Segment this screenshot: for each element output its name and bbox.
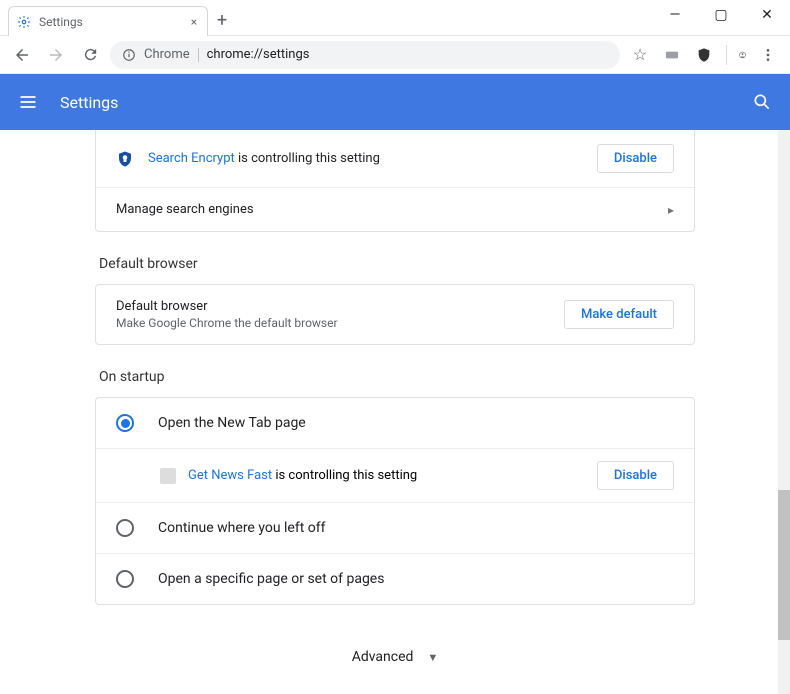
disable-search-extension-button[interactable]: Disable (597, 144, 674, 173)
extension-icon-1[interactable] (662, 45, 682, 65)
default-browser-card: Default browser Make Google Chrome the d… (95, 284, 695, 345)
default-browser-row-sub: Make Google Chrome the default browser (116, 316, 550, 330)
omnibox-url: chrome://settings (207, 47, 310, 62)
startup-specific-label: Open a specific page or set of pages (158, 571, 384, 587)
startup-newtab-label: Open the New Tab page (158, 415, 306, 431)
chevron-right-icon: ▸ (668, 203, 674, 217)
forward-button[interactable] (42, 41, 70, 69)
startup-continue-option[interactable]: Continue where you left off (96, 502, 694, 553)
back-button[interactable] (8, 41, 36, 69)
startup-specific-option[interactable]: Open a specific page or set of pages (96, 553, 694, 604)
window-maximize-button[interactable]: ▢ (698, 0, 744, 30)
gear-icon (17, 15, 31, 29)
advanced-toggle[interactable]: Advanced ▼ (95, 629, 695, 694)
omnibox-scheme-label: Chrome (144, 47, 190, 62)
default-browser-section-title: Default browser (99, 256, 695, 272)
radio-selected-icon (116, 414, 134, 432)
make-default-button[interactable]: Make default (564, 300, 674, 329)
scrollbar-thumb[interactable] (778, 490, 790, 640)
omnibox[interactable]: Chrome chrome://settings (110, 41, 620, 69)
reload-button[interactable] (76, 41, 104, 69)
search-engine-card: Search Encrypt is controlling this setti… (95, 130, 695, 232)
address-bar-row: Chrome chrome://settings ☆ (0, 36, 790, 74)
new-tab-button[interactable]: + (208, 6, 236, 34)
extension-shield-icon[interactable] (694, 45, 714, 65)
reload-icon (82, 46, 99, 63)
tab-title: Settings (39, 15, 181, 29)
get-news-fast-link[interactable]: Get News Fast (188, 468, 272, 483)
settings-scroll-area[interactable]: Search Encrypt is controlling this setti… (0, 130, 790, 694)
startup-newtab-option[interactable]: Open the New Tab page (96, 398, 694, 448)
search-icon[interactable] (752, 92, 772, 112)
startup-controlled-row: Get News Fast is controlling this settin… (96, 448, 694, 502)
settings-title: Settings (60, 93, 730, 112)
radio-icon (116, 570, 134, 588)
startup-continue-label: Continue where you left off (158, 520, 326, 536)
default-browser-row-title: Default browser (116, 299, 550, 314)
startup-section-title: On startup (99, 369, 695, 385)
omnibox-separator (198, 48, 199, 62)
search-engine-controlled-row: Search Encrypt is controlling this setti… (96, 130, 694, 187)
window-close-button[interactable]: ✕ (744, 0, 790, 30)
radio-icon (116, 519, 134, 537)
close-tab-icon[interactable]: × (189, 17, 199, 27)
shield-icon (116, 150, 134, 168)
bookmark-star-button[interactable]: ☆ (630, 45, 650, 65)
default-browser-row: Default browser Make Google Chrome the d… (96, 285, 694, 344)
manage-search-engines-row[interactable]: Manage search engines ▸ (96, 187, 694, 231)
arrow-left-icon (13, 46, 31, 64)
menu-kebab-button[interactable] (758, 45, 778, 65)
browser-tab-settings[interactable]: Settings × (8, 6, 208, 36)
disable-startup-extension-button[interactable]: Disable (597, 461, 674, 490)
manage-search-engines-label: Manage search engines (116, 202, 654, 217)
arrow-right-icon (47, 46, 65, 64)
scrollbar-track[interactable] (778, 130, 790, 694)
search-engine-controlled-text: Search Encrypt is controlling this setti… (148, 151, 583, 166)
hamburger-menu-icon[interactable] (18, 92, 38, 112)
search-encrypt-link[interactable]: Search Encrypt (148, 151, 235, 166)
info-icon (122, 48, 136, 62)
startup-card: Open the New Tab page Get News Fast is c… (95, 397, 695, 605)
settings-header-bar: Settings (0, 74, 790, 130)
chevron-down-icon: ▼ (427, 651, 438, 664)
profile-avatar-button[interactable] (726, 45, 746, 65)
window-minimize-button[interactable]: — (652, 0, 698, 30)
window-titlebar: Settings × + — ▢ ✕ (0, 0, 790, 36)
advanced-label: Advanced (352, 649, 414, 665)
news-extension-icon (160, 468, 176, 484)
